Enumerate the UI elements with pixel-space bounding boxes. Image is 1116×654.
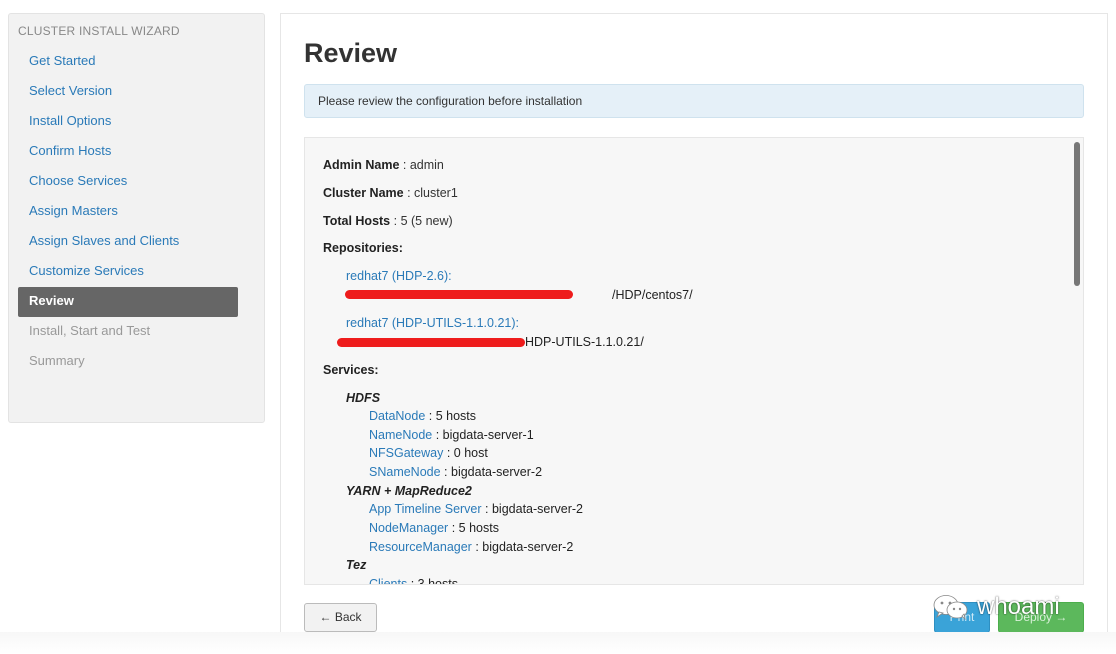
component-row: DataNode : 5 hosts bbox=[369, 409, 477, 423]
admin-name-row: Admin Name : admin bbox=[323, 158, 444, 172]
nav-item-customize-services[interactable]: Customize Services bbox=[18, 257, 238, 287]
nav-item-get-started[interactable]: Get Started bbox=[18, 47, 238, 77]
cluster-name-label: Cluster Name bbox=[323, 186, 404, 200]
component-link[interactable]: NodeManager bbox=[369, 521, 448, 535]
cluster-name-row: Cluster Name : cluster1 bbox=[323, 186, 458, 200]
nav-item-install-start-test: Install, Start and Test bbox=[29, 323, 151, 338]
back-button[interactable]: ← Back bbox=[304, 603, 377, 632]
wechat-icon bbox=[933, 595, 968, 620]
component-row: ResourceManager : bigdata-server-2 bbox=[369, 540, 574, 554]
component-link[interactable]: NFSGateway bbox=[369, 446, 443, 460]
component-link[interactable]: DataNode bbox=[369, 409, 425, 423]
service-yarn-mapreduce2: YARN + MapReduce2 bbox=[346, 484, 472, 498]
nav-item-install-options[interactable]: Install Options bbox=[18, 107, 238, 137]
repositories-heading: Repositories: bbox=[323, 241, 403, 255]
nav-item-choose-services[interactable]: Choose Services bbox=[18, 167, 238, 197]
nav-item-select-version[interactable]: Select Version bbox=[18, 77, 238, 107]
component-row: NameNode : bigdata-server-1 bbox=[369, 428, 534, 442]
component-row: SNameNode : bigdata-server-2 bbox=[369, 465, 543, 479]
service-hdfs: HDFS bbox=[346, 391, 381, 405]
nav-item-summary: Summary bbox=[29, 353, 85, 368]
component-link[interactable]: App Timeline Server bbox=[369, 502, 482, 516]
component-row: Clients : 3 hosts bbox=[369, 577, 458, 584]
watermark-text: whoami bbox=[977, 593, 1060, 620]
total-hosts-row: Total Hosts : 5 (5 new) bbox=[323, 214, 453, 228]
info-alert: Please review the configuration before i… bbox=[304, 84, 1084, 118]
nav-item-confirm-hosts[interactable]: Confirm Hosts bbox=[18, 137, 238, 167]
total-hosts-label: Total Hosts bbox=[323, 214, 391, 228]
repo-link-hdp-utils[interactable]: redhat7 (HDP-UTILS-1.1.0.21): bbox=[346, 316, 519, 330]
admin-name-value: admin bbox=[409, 158, 444, 172]
component-row: NodeManager : 5 hosts bbox=[369, 521, 499, 535]
component-link[interactable]: NameNode bbox=[369, 428, 432, 442]
review-summary[interactable]: Admin Name : admin Cluster Name : cluste… bbox=[304, 137, 1084, 585]
page-title: Review bbox=[304, 38, 398, 68]
total-hosts-value: 5 (5 new) bbox=[400, 214, 453, 228]
scrollbar-thumb[interactable] bbox=[1074, 142, 1080, 286]
nav-item-review[interactable]: Review bbox=[18, 287, 238, 317]
bottom-fade bbox=[0, 632, 1116, 654]
service-tez: Tez bbox=[346, 558, 367, 572]
component-row: App Timeline Server : bigdata-server-2 bbox=[369, 502, 583, 516]
redaction-mark bbox=[345, 290, 573, 299]
wizard-title: CLUSTER INSTALL WIZARD bbox=[18, 24, 180, 38]
component-row: NFSGateway : 0 host bbox=[369, 446, 488, 460]
component-link[interactable]: SNameNode bbox=[369, 465, 441, 479]
repo-link-hdp[interactable]: redhat7 (HDP-2.6): bbox=[346, 269, 452, 283]
component-link[interactable]: Clients bbox=[369, 577, 407, 584]
nav-item-assign-masters[interactable]: Assign Masters bbox=[18, 197, 238, 227]
admin-name-label: Admin Name bbox=[323, 158, 400, 172]
redaction-mark bbox=[337, 338, 525, 347]
services-heading: Services: bbox=[323, 363, 379, 377]
watermark: whoami bbox=[933, 592, 1060, 622]
nav-item-assign-slaves[interactable]: Assign Slaves and Clients bbox=[18, 227, 238, 257]
cluster-name-value: cluster1 bbox=[414, 186, 458, 200]
component-link[interactable]: ResourceManager bbox=[369, 540, 472, 554]
wizard-nav: Get Started Select Version Install Optio… bbox=[18, 47, 238, 377]
